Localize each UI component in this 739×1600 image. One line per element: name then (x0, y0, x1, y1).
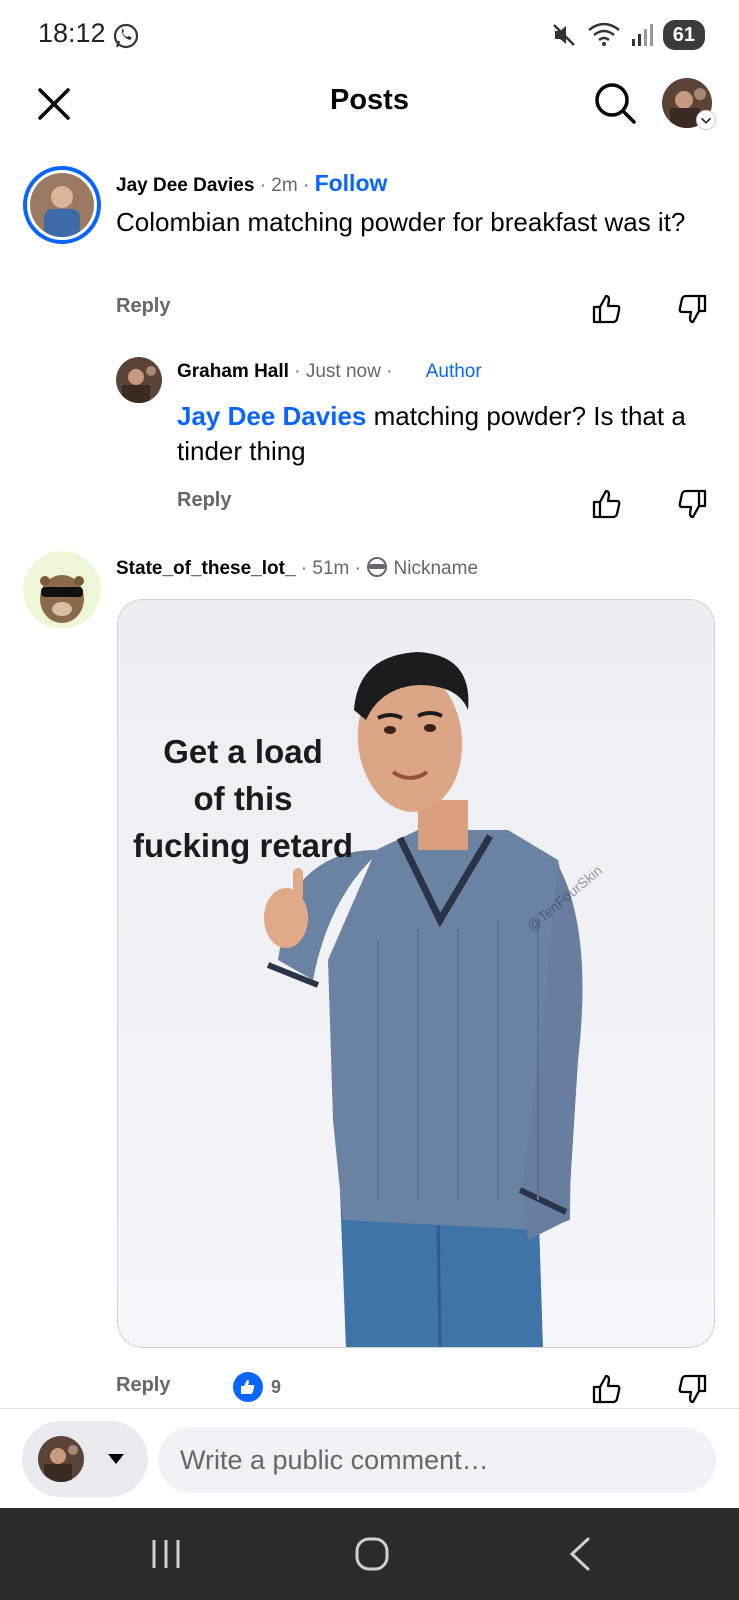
meme-caption-line: of this (193, 780, 293, 817)
thumbs-up-icon (241, 1380, 255, 1394)
status-icons: 61 (551, 20, 705, 50)
meme-caption: Get a load of this fucking retard (128, 728, 358, 869)
meme-photo (264, 652, 583, 1347)
chevron-down-icon (696, 110, 716, 130)
reply-button[interactable]: Reply (177, 489, 231, 512)
thumbs-down-icon[interactable] (675, 487, 709, 521)
avatar[interactable] (23, 166, 101, 244)
comment-meta: Graham Hall · Just now · Author (177, 361, 482, 383)
status-time: 18:12 (38, 18, 106, 48)
comment-text: Jay Dee Davies matching powder? Is that … (177, 399, 717, 469)
profile-menu-button[interactable] (662, 78, 716, 130)
avatar[interactable] (116, 357, 162, 403)
status-bar: 18:12 61 (0, 0, 739, 70)
comment-time: · 2m · (259, 175, 310, 196)
reply-button[interactable]: Reply (116, 1374, 170, 1397)
reaction-summary[interactable]: 9 (233, 1372, 281, 1402)
commenter-name[interactable]: Jay Dee Davies (116, 175, 254, 196)
back-icon[interactable] (566, 1536, 594, 1572)
thumbs-up-icon[interactable] (590, 1372, 624, 1406)
comment-time: · 51m · (300, 558, 361, 579)
comment-text: Colombian matching powder for breakfast … (116, 207, 686, 237)
search-icon[interactable] (592, 80, 638, 126)
avatar-image (30, 173, 94, 237)
battery-indicator: 61 (662, 20, 705, 50)
comment-meta: State_of_these_lot_ · 51m · Nickname (116, 556, 478, 580)
commenter-name[interactable]: Graham Hall (177, 361, 289, 382)
nickname-badge: Nickname (393, 558, 479, 579)
recent-apps-icon[interactable] (150, 1536, 182, 1572)
system-nav-bar (0, 1508, 739, 1600)
signal-icon (631, 24, 653, 46)
caret-down-icon (108, 1454, 124, 1464)
avatar[interactable] (23, 551, 101, 629)
meme-caption-line: fucking retard (132, 827, 354, 864)
comment-input[interactable]: Write a public comment… (158, 1427, 716, 1493)
wifi-icon (587, 22, 620, 46)
meme-caption-line: Get a load (163, 733, 323, 770)
mention-link[interactable]: Jay Dee Davies (177, 401, 366, 431)
avatar (38, 1436, 84, 1482)
comment-time: · Just now · (294, 361, 393, 382)
whatsapp-icon (113, 23, 139, 49)
author-badge: Author (425, 361, 482, 382)
reaction-count: 9 (271, 1376, 282, 1397)
like-reaction-icon (233, 1372, 263, 1402)
thumbs-up-icon[interactable] (590, 487, 624, 521)
sunglasses-icon (367, 557, 388, 577)
thumbs-down-icon[interactable] (675, 1372, 709, 1406)
mute-icon (552, 24, 575, 46)
comment-composer: Write a public comment… (0, 1408, 739, 1508)
thumbs-up-icon[interactable] (590, 292, 624, 326)
app-header: Posts (0, 70, 739, 150)
follow-button[interactable]: Follow (315, 170, 388, 196)
comment-meta: Jay Dee Davies · 2m · Follow (116, 170, 387, 197)
reply-button[interactable]: Reply (116, 295, 170, 318)
home-icon[interactable] (354, 1536, 390, 1572)
thumbs-down-icon[interactable] (675, 292, 709, 326)
commenter-name[interactable]: State_of_these_lot_ (116, 558, 296, 579)
account-switcher[interactable] (22, 1421, 148, 1497)
meme-image[interactable]: Get a load of this fucking retard @TenFo… (117, 599, 715, 1348)
